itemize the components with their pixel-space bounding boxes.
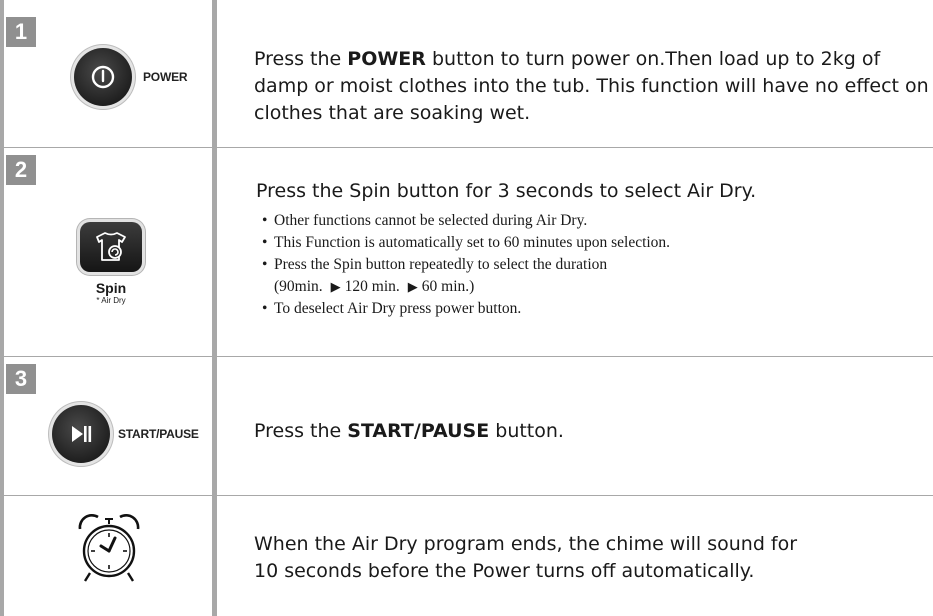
- play-arrow-icon: ▶: [330, 279, 341, 294]
- step-1-line-3: clothes that are soaking wet.: [254, 102, 531, 124]
- step-3-badge: 3: [6, 364, 36, 394]
- completion-text: When the Air Dry program ends, the chime…: [254, 531, 797, 585]
- alarm-clock-icon: [78, 514, 140, 582]
- spin-button-label: Spin: [95, 280, 127, 296]
- duration-sequence: (90min. ▶ 120 min. ▶ 60 min.): [274, 278, 475, 295]
- spin-button-sublabel: * Air Dry: [96, 296, 126, 305]
- play-arrow-icon: ▶: [407, 279, 418, 294]
- row-divider: [4, 356, 933, 357]
- step-1-line-1: Press the POWER button to turn power on.…: [254, 48, 881, 70]
- step-1-line-2: damp or moist clothes into the tub. This…: [254, 75, 929, 97]
- step-3-text: Press the START/PAUSE button.: [254, 420, 564, 442]
- left-border: [0, 0, 4, 616]
- step-2-heading: Press the Spin button for 3 seconds to s…: [256, 180, 757, 202]
- start-pause-button-label: START/PAUSE: [118, 427, 199, 441]
- step-2-badge: 2: [6, 155, 36, 185]
- power-button-label: POWER: [143, 70, 188, 84]
- list-item: • This Function is automatically set to 6…: [262, 234, 671, 251]
- row-divider: [4, 495, 933, 496]
- list-item: • Other functions cannot be selected duri…: [262, 212, 588, 229]
- spin-button[interactable]: [80, 222, 142, 272]
- list-item: • To deselect Air Dry press power button.: [262, 300, 522, 317]
- row-divider: [4, 147, 933, 148]
- list-item: • Press the Spin button repeatedly to sel…: [262, 256, 608, 273]
- completion-line-2: 10 seconds before the Power turns off au…: [254, 560, 755, 582]
- step-1-text: Press the POWER button to turn power on.…: [254, 46, 929, 127]
- step-1-badge: 1: [6, 17, 36, 47]
- spin-air-dry-icon: [96, 232, 126, 261]
- column-divider: [212, 0, 217, 616]
- power-button[interactable]: [74, 48, 132, 106]
- start-pause-button[interactable]: [52, 405, 110, 463]
- completion-line-1: When the Air Dry program ends, the chime…: [254, 533, 798, 555]
- step-2-bullet-list: • Other functions cannot be selected duri…: [262, 210, 670, 320]
- play-pause-icon: [72, 426, 92, 442]
- power-icon: [91, 65, 115, 89]
